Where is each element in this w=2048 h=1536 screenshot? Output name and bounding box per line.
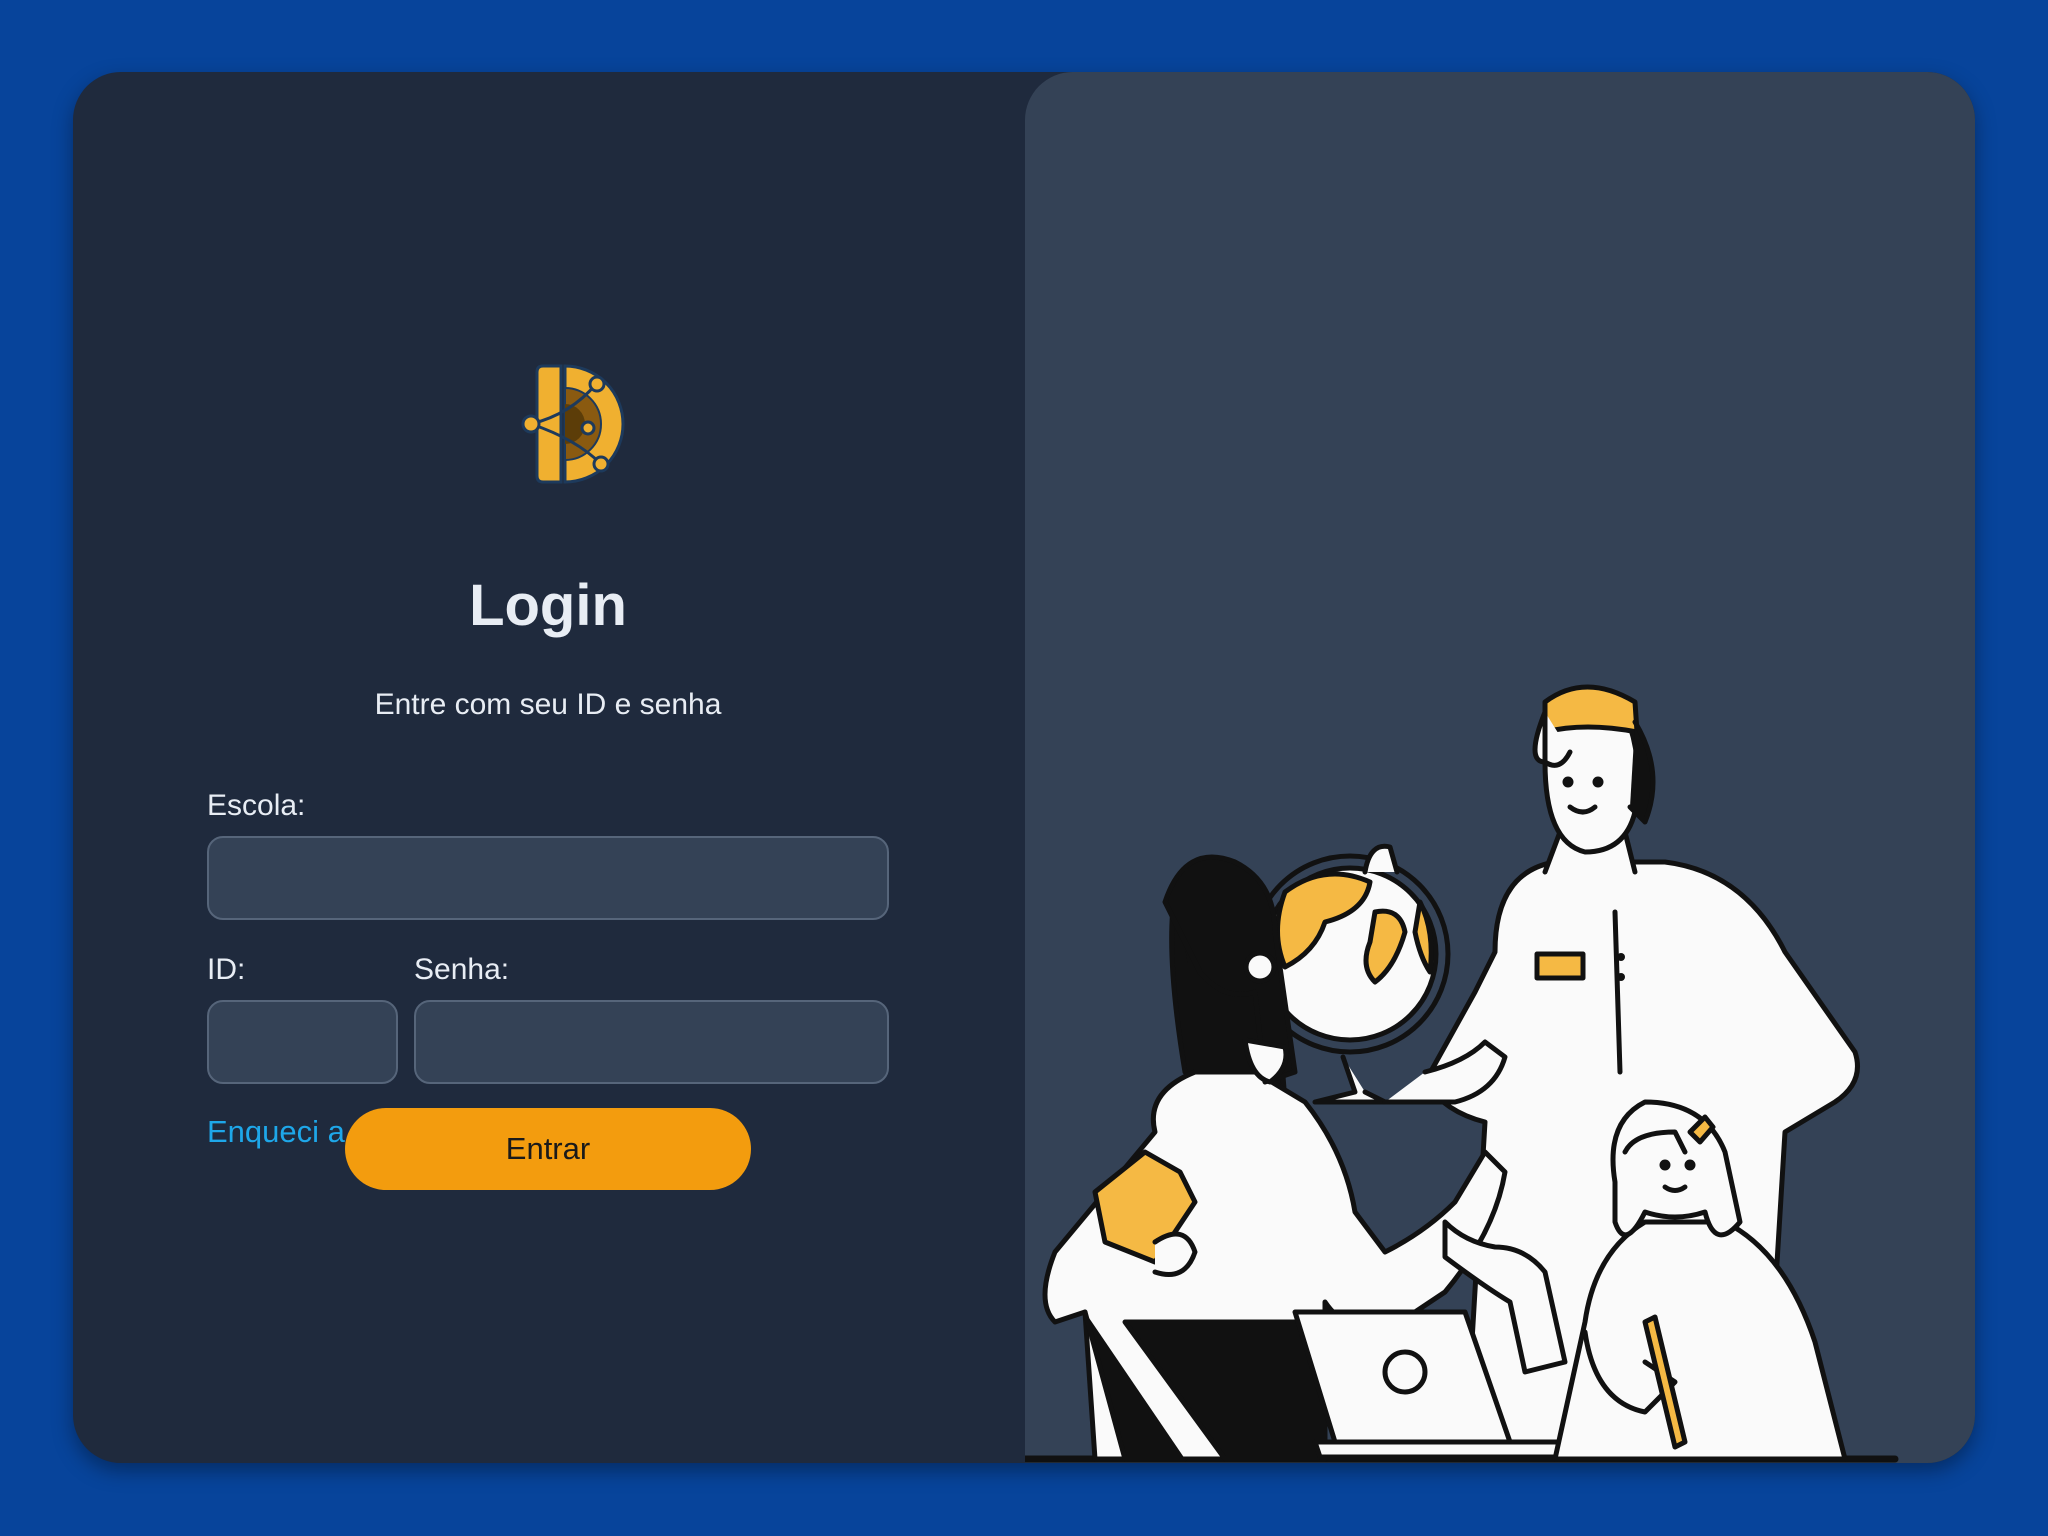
app-logo-icon xyxy=(521,364,625,484)
students-with-globe-illustration-icon xyxy=(1025,684,1899,1463)
password-input[interactable] xyxy=(414,1000,889,1084)
login-form-panel: Login Entre com seu ID e senha Escola: I… xyxy=(73,72,1025,1463)
school-input[interactable] xyxy=(207,836,889,920)
page-title: Login xyxy=(469,573,627,638)
id-input[interactable] xyxy=(207,1000,398,1084)
page-subtitle: Entre com seu ID e senha xyxy=(374,688,722,721)
id-label: ID: xyxy=(207,953,246,986)
school-label: Escola: xyxy=(207,789,306,822)
login-button[interactable]: Entrar xyxy=(345,1108,751,1190)
illustration-panel xyxy=(1025,72,1975,1463)
login-card: Login Entre com seu ID e senha Escola: I… xyxy=(73,72,1975,1463)
password-label: Senha: xyxy=(414,953,510,986)
